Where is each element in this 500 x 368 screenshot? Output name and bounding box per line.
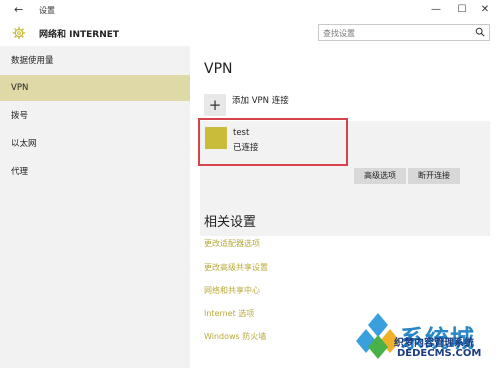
minimize-button[interactable]: — <box>425 2 447 18</box>
sidebar-item-data-usage[interactable]: 数据使用量 <box>0 48 190 74</box>
sidebar-item-ethernet[interactable]: 以太网 <box>0 131 190 157</box>
watermark-domain: DEDECMS.COM <box>397 348 482 359</box>
sidebar-item-vpn[interactable]: VPN <box>0 75 190 101</box>
maximize-button[interactable]: ☐ <box>451 2 473 18</box>
watermark-subtext: 织梦内容管理系统 <box>394 338 474 349</box>
link-windows-firewall[interactable]: Windows 防火墙 <box>204 331 266 342</box>
highlight-box <box>198 118 348 166</box>
search-input[interactable] <box>319 25 467 41</box>
settings-header: 网络和 INTERNET <box>0 20 500 46</box>
gear-icon <box>12 26 26 40</box>
link-internet-options[interactable]: Internet 选项 <box>204 308 254 319</box>
sidebar-item-dialup[interactable]: 拨号 <box>0 103 190 129</box>
window-title: 设置 <box>39 6 55 15</box>
plus-icon[interactable]: + <box>204 94 226 116</box>
title-bar: ← 设置 — ☐ ✕ <box>0 0 500 21</box>
back-arrow-icon[interactable]: ← <box>14 3 23 16</box>
search-box[interactable] <box>318 24 490 41</box>
search-icon[interactable] <box>475 27 485 37</box>
link-network-sharing-center[interactable]: 网络和共享中心 <box>204 285 260 296</box>
advanced-options-button[interactable]: 高级选项 <box>354 168 406 184</box>
page-title: VPN <box>204 61 233 77</box>
link-adapter-options[interactable]: 更改适配器选项 <box>204 238 260 249</box>
sidebar-item-proxy[interactable]: 代理 <box>0 159 190 185</box>
related-settings-title: 相关设置 <box>204 215 257 230</box>
sidebar: 数据使用量 VPN 拨号 以太网 代理 <box>0 46 190 368</box>
link-advanced-sharing[interactable]: 更改高级共享设置 <box>204 262 268 273</box>
section-title: 网络和 INTERNET <box>39 30 120 40</box>
disconnect-button[interactable]: 断开连接 <box>408 168 460 184</box>
close-button[interactable]: ✕ <box>474 2 496 18</box>
add-vpn-label[interactable]: 添加 VPN 连接 <box>232 94 289 106</box>
